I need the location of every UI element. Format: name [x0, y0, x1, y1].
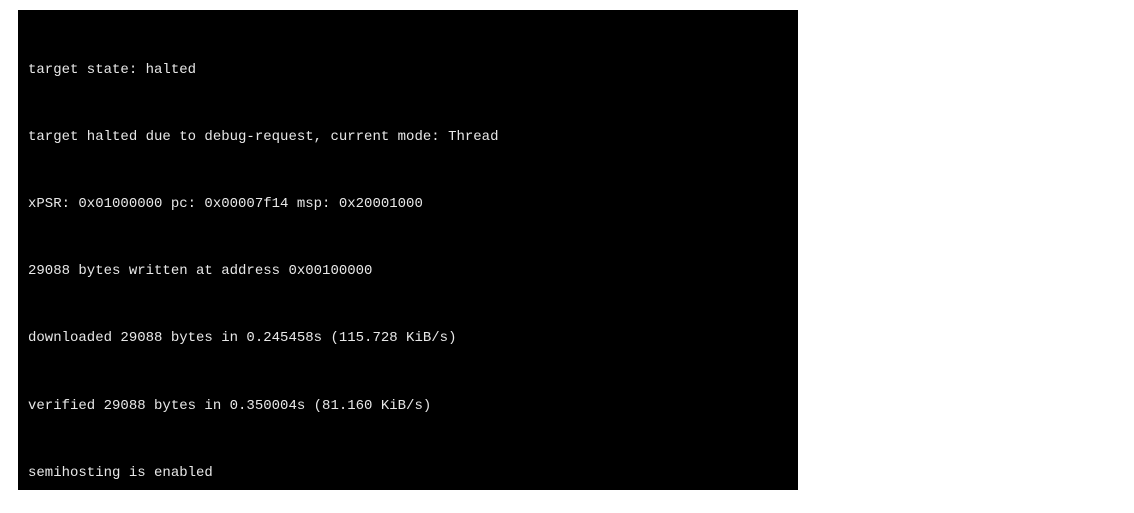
- log-line: target halted due to debug-request, curr…: [28, 126, 790, 148]
- log-line: verified 29088 bytes in 0.350004s (81.16…: [28, 395, 790, 417]
- log-line: semihosting is enabled: [28, 462, 790, 484]
- log-line: xPSR: 0x01000000 pc: 0x00007f14 msp: 0x2…: [28, 193, 790, 215]
- log-line: target state: halted: [28, 59, 790, 81]
- log-line: 29088 bytes written at address 0x0010000…: [28, 260, 790, 282]
- log-line: downloaded 29088 bytes in 0.245458s (115…: [28, 327, 790, 349]
- terminal-output: target state: halted target halted due t…: [18, 10, 798, 490]
